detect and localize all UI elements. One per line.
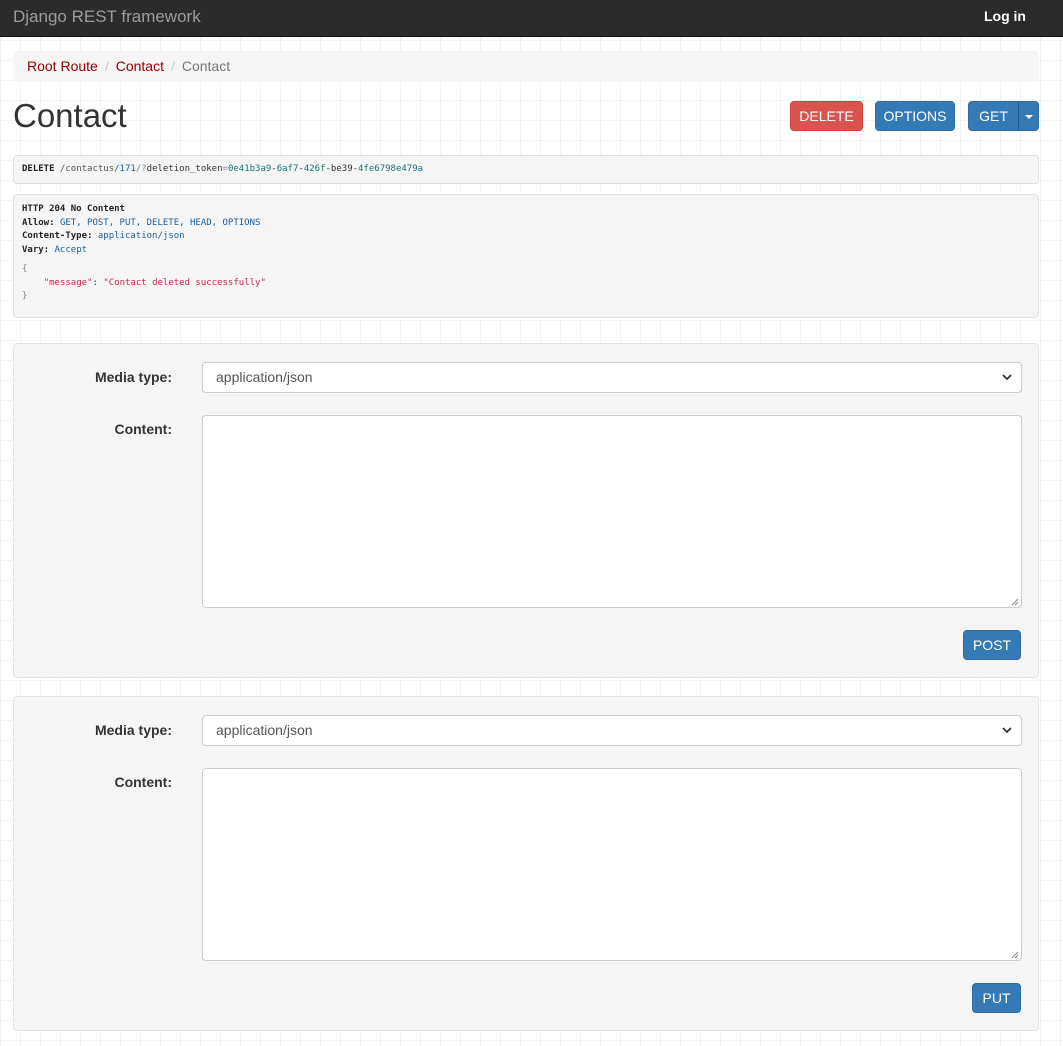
chevron-down-icon — [1002, 727, 1012, 734]
response-status: HTTP 204 No Content — [22, 204, 125, 214]
chevron-down-icon — [1002, 374, 1012, 381]
request-param-value: 6af7 — [276, 164, 299, 174]
page-title: Contact — [13, 97, 127, 134]
request-path-segment: /? — [135, 164, 147, 174]
content-label: Content: — [114, 421, 172, 437]
breadcrumb-separator: / — [170, 58, 175, 74]
content-textarea[interactable] — [202, 415, 1022, 608]
media-type-select[interactable]: application/json — [202, 362, 1022, 393]
request-param-value: 0e41b3a9 — [227, 164, 272, 174]
request-param-sep: -be39- — [325, 164, 359, 174]
get-format-dropdown-toggle[interactable] — [1018, 101, 1039, 131]
login-link[interactable]: Log in — [984, 8, 1026, 24]
json-key: "message" — [43, 277, 93, 288]
breadcrumb-contact-list[interactable]: Contact — [116, 58, 164, 74]
response-info: HTTP 204 No Content Allow: GET, POST, PU… — [13, 194, 1039, 318]
navbar: Django REST framework Log in — [0, 0, 1063, 37]
media-type-selected-value: application/json — [216, 722, 313, 738]
header-allow-label: Allow: — [22, 217, 55, 228]
request-param-key: deletion_token — [146, 164, 223, 174]
put-form-panel: Media type: application/json Content: PU… — [13, 696, 1039, 1031]
options-button[interactable]: OPTIONS — [875, 101, 955, 131]
header-content-type-label: Content-Type: — [22, 231, 93, 241]
request-param-value: 4fe6798e479a — [358, 164, 424, 174]
post-form-panel: Media type: application/json Content: PO… — [13, 343, 1039, 678]
media-type-selected-value: application/json — [216, 369, 313, 385]
content-textarea[interactable] — [202, 768, 1022, 961]
content-label: Content: — [114, 774, 172, 790]
media-type-select[interactable]: application/json — [202, 715, 1022, 746]
header-vary-value: Accept — [54, 244, 88, 255]
breadcrumb-root-route[interactable]: Root Route — [27, 58, 98, 74]
json-open-brace: { — [22, 264, 28, 274]
json-value: "Contact deleted successfully" — [103, 277, 266, 288]
delete-button[interactable]: DELETE — [790, 101, 863, 131]
put-button[interactable]: PUT — [972, 983, 1021, 1013]
caret-down-icon — [1024, 115, 1033, 120]
request-param-value: 426f — [303, 164, 326, 174]
request-info: DELETE /contactus/171/?deletion_token=0e… — [13, 155, 1039, 184]
request-method: DELETE — [22, 164, 55, 174]
resize-grip-icon[interactable] — [1010, 597, 1019, 606]
request-path-segment: /171 — [114, 164, 136, 174]
json-close-brace: } — [22, 291, 28, 301]
header-content-type-value: application/json — [97, 231, 185, 241]
brand-link[interactable]: Django REST framework — [13, 7, 201, 27]
json-colon: : — [92, 277, 104, 288]
breadcrumb-current: Contact — [181, 58, 231, 74]
media-type-label: Media type: — [94, 722, 172, 738]
breadcrumb: Root Route / Contact / Contact — [13, 51, 1039, 82]
breadcrumb-separator: / — [104, 58, 109, 74]
header-vary-label: Vary: — [22, 244, 50, 255]
post-button[interactable]: POST — [963, 630, 1021, 660]
resize-grip-icon[interactable] — [1010, 950, 1019, 959]
header-allow-value: GET, POST, PUT, DELETE, HEAD, OPTIONS — [59, 217, 261, 228]
request-path-segment: /contactus — [59, 164, 115, 174]
media-type-label: Media type: — [94, 369, 172, 385]
get-button[interactable]: GET — [968, 101, 1019, 131]
